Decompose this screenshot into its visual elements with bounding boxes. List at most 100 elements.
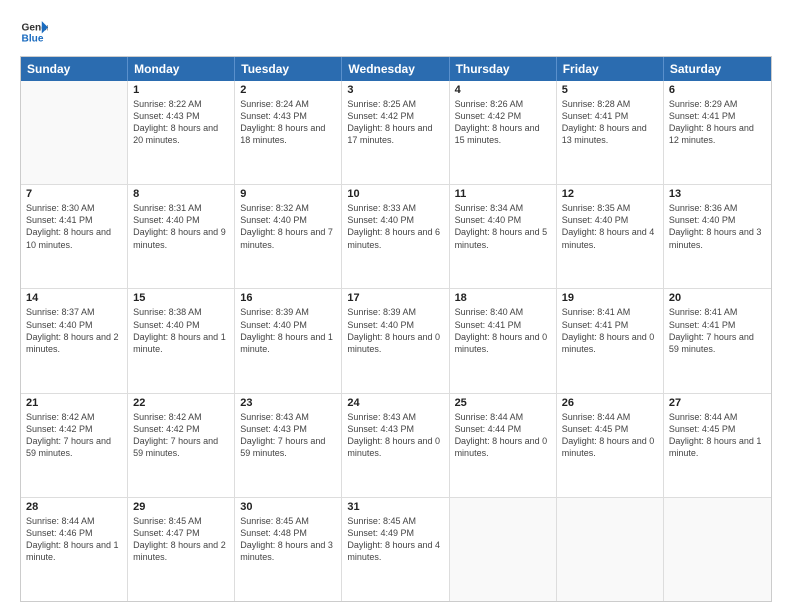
day-number: 14 [26, 292, 122, 304]
header: General Blue [20, 18, 772, 46]
cell-info: Sunrise: 8:33 AMSunset: 4:40 PMDaylight:… [347, 202, 443, 251]
cal-cell [557, 498, 664, 601]
cell-info: Sunrise: 8:45 AMSunset: 4:47 PMDaylight:… [133, 515, 229, 564]
cal-cell: 20 Sunrise: 8:41 AMSunset: 4:41 PMDayligh… [664, 289, 771, 392]
cell-info: Sunrise: 8:36 AMSunset: 4:40 PMDaylight:… [669, 202, 766, 251]
logo: General Blue [20, 18, 48, 46]
cell-info: Sunrise: 8:43 AMSunset: 4:43 PMDaylight:… [240, 411, 336, 460]
cell-info: Sunrise: 8:29 AMSunset: 4:41 PMDaylight:… [669, 98, 766, 147]
cal-cell [450, 498, 557, 601]
cell-info: Sunrise: 8:28 AMSunset: 4:41 PMDaylight:… [562, 98, 658, 147]
day-number: 10 [347, 188, 443, 200]
day-number: 31 [347, 501, 443, 513]
cal-cell: 5 Sunrise: 8:28 AMSunset: 4:41 PMDaylight… [557, 81, 664, 184]
day-number: 15 [133, 292, 229, 304]
cell-info: Sunrise: 8:30 AMSunset: 4:41 PMDaylight:… [26, 202, 122, 251]
header-day-thursday: Thursday [450, 57, 557, 81]
cell-info: Sunrise: 8:45 AMSunset: 4:48 PMDaylight:… [240, 515, 336, 564]
cal-cell: 3 Sunrise: 8:25 AMSunset: 4:42 PMDaylight… [342, 81, 449, 184]
cell-info: Sunrise: 8:37 AMSunset: 4:40 PMDaylight:… [26, 306, 122, 355]
cell-info: Sunrise: 8:38 AMSunset: 4:40 PMDaylight:… [133, 306, 229, 355]
cal-cell [21, 81, 128, 184]
cell-info: Sunrise: 8:22 AMSunset: 4:43 PMDaylight:… [133, 98, 229, 147]
cal-cell: 11 Sunrise: 8:34 AMSunset: 4:40 PMDayligh… [450, 185, 557, 288]
day-number: 5 [562, 84, 658, 96]
day-number: 30 [240, 501, 336, 513]
day-number: 22 [133, 397, 229, 409]
cal-cell: 8Sunrise: 8:31 AMSunset: 4:40 PMDaylight… [128, 185, 235, 288]
header-day-monday: Monday [128, 57, 235, 81]
cal-cell: 28Sunrise: 8:44 AMSunset: 4:46 PMDayligh… [21, 498, 128, 601]
header-day-sunday: Sunday [21, 57, 128, 81]
header-day-wednesday: Wednesday [342, 57, 449, 81]
cal-cell [664, 498, 771, 601]
day-number: 6 [669, 84, 766, 96]
day-number: 11 [455, 188, 551, 200]
cell-info: Sunrise: 8:25 AMSunset: 4:42 PMDaylight:… [347, 98, 443, 147]
cell-info: Sunrise: 8:35 AMSunset: 4:40 PMDaylight:… [562, 202, 658, 251]
week-row-3: 14 Sunrise: 8:37 AMSunset: 4:40 PMDayligh… [21, 288, 771, 392]
cal-cell: 24Sunrise: 8:43 AMSunset: 4:43 PMDayligh… [342, 394, 449, 497]
day-number: 1 [133, 84, 229, 96]
day-number: 16 [240, 292, 336, 304]
cell-info: Sunrise: 8:26 AMSunset: 4:42 PMDaylight:… [455, 98, 551, 147]
cal-cell: 19 Sunrise: 8:41 AMSunset: 4:41 PMDayligh… [557, 289, 664, 392]
cell-info: Sunrise: 8:40 AMSunset: 4:41 PMDaylight:… [455, 306, 551, 355]
cal-cell: 18 Sunrise: 8:40 AMSunset: 4:41 PMDayligh… [450, 289, 557, 392]
week-row-2: 7 Sunrise: 8:30 AMSunset: 4:41 PMDaylight… [21, 184, 771, 288]
day-number: 20 [669, 292, 766, 304]
cal-cell: 4 Sunrise: 8:26 AMSunset: 4:42 PMDaylight… [450, 81, 557, 184]
cal-cell: 12 Sunrise: 8:35 AMSunset: 4:40 PMDayligh… [557, 185, 664, 288]
cell-info: Sunrise: 8:44 AMSunset: 4:44 PMDaylight:… [455, 411, 551, 460]
day-number: 18 [455, 292, 551, 304]
cell-info: Sunrise: 8:32 AMSunset: 4:40 PMDaylight:… [240, 202, 336, 251]
day-number: 27 [669, 397, 766, 409]
cell-info: Sunrise: 8:24 AMSunset: 4:43 PMDaylight:… [240, 98, 336, 147]
day-number: 4 [455, 84, 551, 96]
day-number: 12 [562, 188, 658, 200]
cal-cell: 15 Sunrise: 8:38 AMSunset: 4:40 PMDayligh… [128, 289, 235, 392]
cal-cell: 14 Sunrise: 8:37 AMSunset: 4:40 PMDayligh… [21, 289, 128, 392]
cell-info: Sunrise: 8:34 AMSunset: 4:40 PMDaylight:… [455, 202, 551, 251]
svg-text:Blue: Blue [22, 33, 44, 44]
week-row-1: 1 Sunrise: 8:22 AMSunset: 4:43 PMDaylight… [21, 81, 771, 184]
cal-cell: 26Sunrise: 8:44 AMSunset: 4:45 PMDayligh… [557, 394, 664, 497]
cell-info: Sunrise: 8:31 AMSunset: 4:40 PMDaylight:… [133, 202, 229, 251]
day-number: 23 [240, 397, 336, 409]
cell-info: Sunrise: 8:41 AMSunset: 4:41 PMDaylight:… [669, 306, 766, 355]
cal-cell: 1 Sunrise: 8:22 AMSunset: 4:43 PMDaylight… [128, 81, 235, 184]
header-day-saturday: Saturday [664, 57, 771, 81]
day-number: 21 [26, 397, 122, 409]
cal-cell: 23 Sunrise: 8:43 AMSunset: 4:43 PMDayligh… [235, 394, 342, 497]
cal-cell: 9 Sunrise: 8:32 AMSunset: 4:40 PMDaylight… [235, 185, 342, 288]
cal-cell: 29Sunrise: 8:45 AMSunset: 4:47 PMDayligh… [128, 498, 235, 601]
week-row-4: 21 Sunrise: 8:42 AMSunset: 4:42 PMDayligh… [21, 393, 771, 497]
cell-info: Sunrise: 8:43 AMSunset: 4:43 PMDaylight:… [347, 411, 443, 460]
cell-info: Sunrise: 8:42 AMSunset: 4:42 PMDaylight:… [133, 411, 229, 460]
day-number: 3 [347, 84, 443, 96]
day-number: 7 [26, 188, 122, 200]
cal-cell: 25Sunrise: 8:44 AMSunset: 4:44 PMDayligh… [450, 394, 557, 497]
cal-cell: 2 Sunrise: 8:24 AMSunset: 4:43 PMDaylight… [235, 81, 342, 184]
cell-info: Sunrise: 8:44 AMSunset: 4:46 PMDaylight:… [26, 515, 122, 564]
cell-info: Sunrise: 8:41 AMSunset: 4:41 PMDaylight:… [562, 306, 658, 355]
header-day-friday: Friday [557, 57, 664, 81]
cell-info: Sunrise: 8:45 AMSunset: 4:49 PMDaylight:… [347, 515, 443, 564]
calendar-header: SundayMondayTuesdayWednesdayThursdayFrid… [21, 57, 771, 81]
day-number: 9 [240, 188, 336, 200]
cal-cell: 27Sunrise: 8:44 AMSunset: 4:45 PMDayligh… [664, 394, 771, 497]
day-number: 26 [562, 397, 658, 409]
cal-cell: 30 Sunrise: 8:45 AMSunset: 4:48 PMDayligh… [235, 498, 342, 601]
cal-cell: 13Sunrise: 8:36 AMSunset: 4:40 PMDayligh… [664, 185, 771, 288]
day-number: 19 [562, 292, 658, 304]
cal-cell: 31 Sunrise: 8:45 AMSunset: 4:49 PMDayligh… [342, 498, 449, 601]
week-row-5: 28Sunrise: 8:44 AMSunset: 4:46 PMDayligh… [21, 497, 771, 601]
cal-cell: 17Sunrise: 8:39 AMSunset: 4:40 PMDayligh… [342, 289, 449, 392]
calendar-body: 1 Sunrise: 8:22 AMSunset: 4:43 PMDaylight… [21, 81, 771, 601]
cell-info: Sunrise: 8:39 AMSunset: 4:40 PMDaylight:… [240, 306, 336, 355]
cal-cell: 10 Sunrise: 8:33 AMSunset: 4:40 PMDayligh… [342, 185, 449, 288]
cell-info: Sunrise: 8:39 AMSunset: 4:40 PMDaylight:… [347, 306, 443, 355]
calendar: SundayMondayTuesdayWednesdayThursdayFrid… [20, 56, 772, 602]
day-number: 2 [240, 84, 336, 96]
cal-cell: 7 Sunrise: 8:30 AMSunset: 4:41 PMDaylight… [21, 185, 128, 288]
